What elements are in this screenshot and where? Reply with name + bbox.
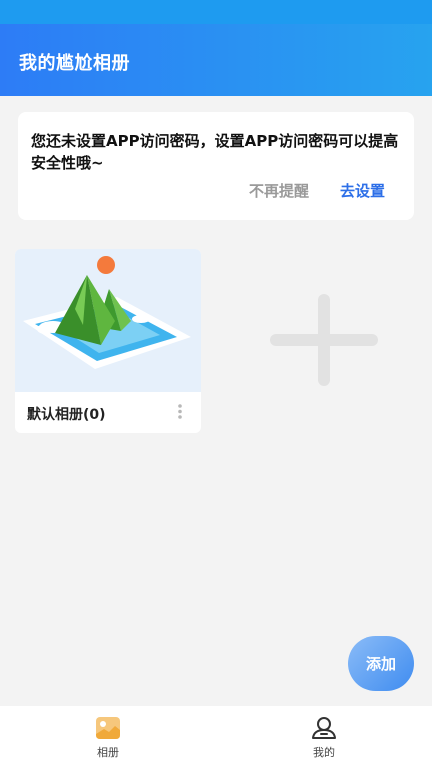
album-icon — [96, 717, 120, 739]
tab-album[interactable]: 相册 — [48, 706, 168, 768]
album-card[interactable]: 默认相册(0) — [15, 249, 201, 433]
tab-me[interactable]: 我的 — [264, 706, 384, 768]
album-cover — [15, 249, 201, 392]
dismiss-notice-button[interactable]: 不再提醒 — [249, 180, 309, 201]
plus-icon — [270, 294, 378, 386]
album-name: 默认相册(0) — [27, 407, 106, 423]
mountain-landscape-icon — [23, 256, 191, 369]
profile-icon — [312, 717, 336, 739]
more-options-icon[interactable] — [173, 399, 201, 427]
tab-album-label: 相册 — [97, 746, 119, 759]
status-bar — [0, 0, 432, 24]
notice-message: 您还未设置APP访问密码，设置APP访问密码可以提高安全性哦~ — [31, 132, 399, 172]
password-notice-card: 您还未设置APP访问密码，设置APP访问密码可以提高安全性哦~ 不再提醒 去设置 — [18, 112, 414, 220]
app-header: 我的尴尬相册 — [0, 0, 432, 96]
add-album-placeholder[interactable] — [270, 294, 378, 386]
add-button[interactable]: 添加 — [348, 636, 414, 691]
page-title: 我的尴尬相册 — [19, 53, 130, 74]
tab-me-label: 我的 — [313, 746, 335, 759]
bottom-tab-bar: 相册 我的 — [0, 706, 432, 768]
go-settings-button[interactable]: 去设置 — [340, 180, 385, 201]
